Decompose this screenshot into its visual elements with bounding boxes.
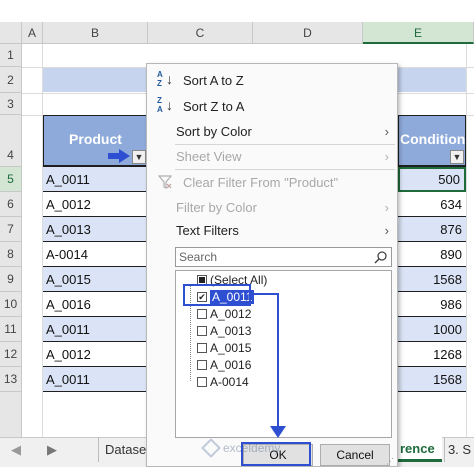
connector-arrow-icon (250, 292, 290, 442)
cancel-button[interactable]: Cancel (320, 444, 390, 466)
clear-filter-icon (157, 175, 173, 192)
row-header-4[interactable]: 4 (0, 115, 22, 167)
row-header-2[interactable]: 2 (0, 67, 22, 93)
column-header-c[interactable]: C (148, 22, 253, 44)
row-header-filler (0, 392, 22, 437)
row-header-5[interactable]: 5 (0, 167, 22, 192)
condition-cell[interactable]: 1000 (398, 317, 466, 342)
resize-grip-icon[interactable]: ⋰ (386, 458, 394, 466)
tab-scroll-left-icon[interactable]: ◀ (8, 437, 24, 462)
select-all-corner[interactable] (0, 22, 22, 44)
column-header-d[interactable]: D (253, 22, 363, 44)
watermark-icon (201, 438, 221, 458)
checkbox-item-a-0014[interactable]: A-0014 (197, 374, 249, 390)
condition-cell[interactable]: 986 (398, 292, 466, 317)
checkbox-label: A_0012 (210, 307, 252, 321)
tab-third-sheet[interactable]: 3. S (444, 437, 474, 462)
chevron-right-icon: › (384, 200, 389, 215)
menu-label: Filter by Color (176, 200, 257, 215)
search-input[interactable]: Search (175, 247, 392, 267)
row-header-10[interactable]: 10 (0, 292, 22, 317)
highlight-box-a-0011 (183, 284, 251, 306)
checkbox-item-a-0016[interactable]: A_0016 (197, 357, 251, 373)
menu-label: Sheet View (176, 149, 242, 164)
filter-dropdown-button[interactable]: ▼ (132, 150, 146, 164)
row-header-7[interactable]: 7 (0, 217, 22, 242)
row-header-9[interactable]: 9 (0, 267, 22, 292)
checkbox-label: A-0014 (210, 375, 249, 389)
menu-label: Clear Filter From "Product" (183, 175, 339, 190)
menu-sort-by-color[interactable]: Sort by Color › (147, 119, 397, 144)
condition-cell[interactable]: 876 (398, 217, 466, 242)
product-cell[interactable]: A_0015 (43, 267, 148, 292)
menu-filter-by-color[interactable]: Filter by Color › (147, 195, 397, 220)
product-cell[interactable]: A_0011 (43, 367, 148, 392)
chevron-right-icon: › (384, 124, 389, 139)
product-cell[interactable]: A_0013 (43, 217, 148, 242)
row-header-3[interactable]: 3 (0, 93, 22, 115)
condition-filter-button[interactable]: ▼ (450, 150, 464, 164)
product-cell[interactable]: A_0016 (43, 292, 148, 317)
column-header-a[interactable]: A (22, 22, 43, 44)
product-cell[interactable]: A-0014 (43, 242, 148, 267)
column-header-b[interactable]: B (43, 22, 148, 44)
product-cell[interactable]: A_0012 (43, 192, 148, 217)
checkbox-unchecked-icon (197, 343, 207, 353)
checkbox-label: A_0016 (210, 358, 252, 372)
chevron-right-icon: › (384, 223, 389, 238)
condition-cell[interactable]: 634 (398, 192, 466, 217)
highlight-box-ok (241, 442, 311, 466)
menu-text-filters[interactable]: Text Filters › (147, 218, 397, 243)
search-placeholder: Search (179, 250, 218, 264)
condition-cell[interactable]: 890 (398, 242, 466, 267)
product-cell[interactable]: A_0011 (43, 317, 148, 342)
checkbox-item-a-0015[interactable]: A_0015 (197, 340, 251, 356)
menu-label: Sort by Color (176, 124, 252, 139)
condition-cell[interactable]: 1268 (398, 342, 466, 367)
row-header-1[interactable]: 1 (0, 44, 22, 67)
gridline-vertical (466, 44, 467, 437)
tab-reference[interactable]: rence (398, 437, 442, 462)
menu-label: Sort A to Z (183, 73, 244, 88)
condition-cell[interactable]: 1568 (398, 367, 466, 392)
menu-sort-a-to-z[interactable]: AZ ↓ Sort A to Z (147, 68, 397, 93)
chevron-right-icon: › (384, 149, 389, 164)
row-header-11[interactable]: 11 (0, 317, 22, 342)
row-header-8[interactable]: 8 (0, 242, 22, 267)
checkbox-label: A_0013 (210, 324, 252, 338)
checkbox-unchecked-icon (197, 377, 207, 387)
sort-arrow-icon: ↓ (166, 71, 173, 87)
product-header-label: Product (69, 131, 122, 147)
menu-sort-z-to-a[interactable]: ZA ↓ Sort Z to A (147, 94, 397, 119)
column-header-e[interactable]: E (363, 22, 474, 44)
row-header-13[interactable]: 13 (0, 367, 22, 392)
checkbox-item-a-0012[interactable]: A_0012 (197, 306, 251, 322)
product-cell[interactable]: A_0012 (43, 342, 148, 367)
menu-clear-filter[interactable]: Clear Filter From "Product" (147, 170, 397, 195)
sort-descending-icon: ZA (157, 96, 163, 114)
row-header-12[interactable]: 12 (0, 342, 22, 367)
checkbox-label: A_0015 (210, 341, 252, 355)
menu-sheet-view[interactable]: Sheet View › (147, 144, 397, 169)
checkbox-unchecked-icon (197, 309, 207, 319)
checkbox-unchecked-icon (197, 360, 207, 370)
condition-cell[interactable]: 500 (398, 167, 466, 192)
checkbox-item-a-0013[interactable]: A_0013 (197, 323, 251, 339)
condition-cell[interactable]: 1568 (398, 267, 466, 292)
search-icon (374, 250, 388, 269)
sort-ascending-icon: AZ (157, 70, 163, 88)
row-header-6[interactable]: 6 (0, 192, 22, 217)
menu-label: Sort Z to A (183, 99, 245, 114)
formula-area (0, 0, 474, 22)
arrow-pointer-icon (108, 149, 130, 163)
sort-arrow-icon: ↓ (166, 97, 173, 113)
product-cell[interactable]: A_0011 (43, 167, 148, 192)
tab-scroll-right-icon[interactable]: ▶ (44, 437, 60, 462)
condition-header-label: Condition (400, 131, 466, 147)
menu-label: Text Filters (176, 223, 239, 238)
checkbox-unchecked-icon (197, 326, 207, 336)
tab-dataset[interactable]: Dataset (98, 437, 150, 462)
